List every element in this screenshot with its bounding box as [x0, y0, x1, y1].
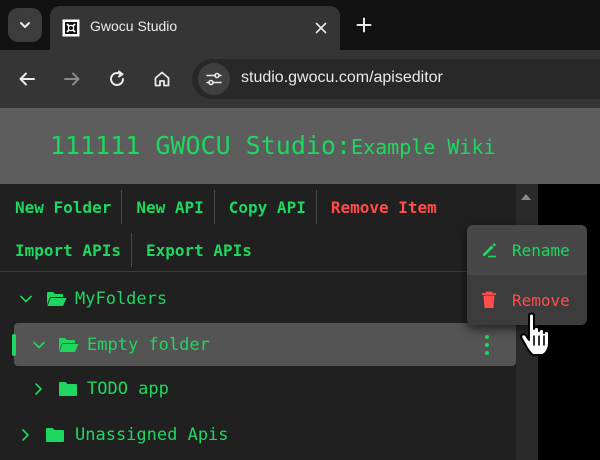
tune-icon	[206, 72, 222, 86]
more-options-icon[interactable]	[478, 333, 496, 357]
context-menu: Rename Remove	[467, 225, 587, 325]
close-icon	[315, 22, 327, 34]
hand-pointer-cursor-icon	[520, 312, 550, 356]
context-menu-label: Rename	[512, 240, 570, 260]
reload-button[interactable]	[104, 66, 130, 92]
folder-icon	[57, 380, 79, 398]
remove-item-button[interactable]: Remove Item	[317, 190, 447, 224]
browser-tab[interactable]: Gwocu Studio	[50, 6, 340, 50]
chevron-right-icon[interactable]	[30, 381, 46, 397]
tree-item-unassigned-apis[interactable]: Unassigned Apis	[17, 415, 229, 455]
action-toolbar-row-1: New Folder New API Copy API Remove Item	[0, 190, 447, 224]
selection-indicator	[12, 334, 16, 356]
tab-title: Gwocu Studio	[90, 18, 178, 34]
tree-item-todo-app[interactable]: TODO app	[30, 369, 169, 409]
scroll-up-arrow-icon[interactable]	[521, 194, 531, 200]
reload-icon	[110, 70, 124, 86]
pencil-icon	[479, 240, 499, 260]
tree-item-myfolders[interactable]: MyFolders	[18, 279, 167, 319]
browser-toolbar: studio.gwocu.com/apiseditor	[0, 50, 600, 108]
export-apis-button[interactable]: Export APIs	[132, 233, 262, 267]
app-title-sub: Example Wiki	[351, 135, 496, 159]
action-toolbar-row-2: Import APIs Export APIs	[0, 233, 262, 267]
chevron-right-icon[interactable]	[17, 427, 33, 443]
tab-search-button[interactable]	[8, 8, 42, 42]
url-text[interactable]: studio.gwocu.com/apiseditor	[241, 69, 443, 87]
address-bar[interactable]: studio.gwocu.com/apiseditor	[192, 59, 600, 99]
site-info-button[interactable]	[198, 63, 230, 95]
tab-close-button[interactable]	[310, 17, 332, 39]
folder-open-icon	[45, 290, 67, 308]
arrow-left-icon	[19, 72, 35, 86]
chevron-down-icon[interactable]	[18, 291, 34, 307]
new-tab-button[interactable]	[352, 13, 376, 37]
import-apis-button[interactable]: Import APIs	[0, 233, 131, 267]
home-button[interactable]	[149, 66, 175, 92]
gwocu-favicon-icon	[62, 19, 80, 37]
copy-api-button[interactable]: Copy API	[215, 190, 316, 224]
toolbar-divider	[0, 271, 516, 272]
chevron-down-icon	[20, 22, 30, 28]
context-menu-rename[interactable]: Rename	[467, 225, 587, 275]
tree-item-label: Unassigned Apis	[75, 425, 229, 445]
arrow-right-icon	[64, 72, 80, 86]
new-folder-button[interactable]: New Folder	[0, 190, 121, 224]
back-button[interactable]	[14, 66, 40, 92]
tree-item-label: TODO app	[87, 379, 169, 399]
app-header: 111111 GWOCU Studio:Example Wiki	[0, 108, 600, 184]
tree-item-label: MyFolders	[75, 289, 168, 309]
chevron-down-icon[interactable]	[31, 337, 47, 353]
folder-icon	[44, 426, 66, 444]
app-title: 111111 GWOCU Studio:Example Wiki	[50, 131, 496, 160]
plus-icon	[356, 17, 372, 33]
folder-open-icon	[57, 336, 79, 354]
home-icon	[154, 71, 170, 87]
trash-icon	[479, 290, 499, 310]
new-api-button[interactable]: New API	[122, 190, 213, 224]
app-title-main: 111111 GWOCU Studio:	[50, 131, 352, 160]
forward-button[interactable]	[59, 66, 85, 92]
context-menu-label: Remove	[512, 290, 570, 310]
browser-tab-strip: Gwocu Studio	[0, 0, 600, 50]
tree-item-label: Empty folder	[87, 335, 210, 355]
tree-item-empty-folder[interactable]: Empty folder	[31, 325, 210, 365]
